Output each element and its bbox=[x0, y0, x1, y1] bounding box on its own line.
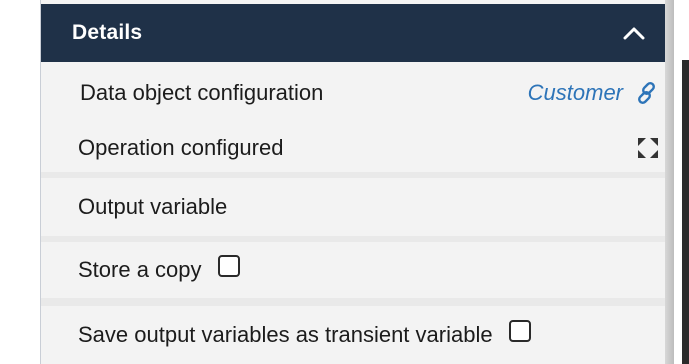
row-operation-configured: Operation configured bbox=[41, 124, 669, 172]
row-divider bbox=[41, 298, 669, 306]
save-output-transient-label: Save output variables as transient varia… bbox=[78, 322, 493, 347]
details-header[interactable]: Details bbox=[41, 4, 669, 62]
store-a-copy-checkbox[interactable] bbox=[217, 255, 240, 277]
customer-link[interactable]: Customer bbox=[528, 80, 623, 106]
store-a-copy-label: Store a copy bbox=[78, 257, 202, 282]
details-panel: Details Data object configuration Custom… bbox=[40, 0, 669, 364]
screen: Details Data object configuration Custom… bbox=[0, 0, 689, 364]
expand-icon[interactable] bbox=[635, 135, 661, 161]
operation-configured-label: Operation configured bbox=[78, 135, 284, 160]
window-edge-bar bbox=[682, 60, 689, 364]
link-icon[interactable] bbox=[635, 80, 661, 106]
details-title: Details bbox=[72, 21, 143, 44]
data-object-link-group: Customer bbox=[528, 80, 661, 106]
operation-action-group bbox=[635, 135, 661, 161]
save-output-transient-checkbox[interactable] bbox=[508, 320, 531, 342]
panel-shadow bbox=[665, 0, 674, 364]
row-data-object-configuration: Data object configuration Customer bbox=[41, 62, 669, 124]
data-object-configuration-label: Data object configuration bbox=[80, 80, 324, 105]
chevron-up-icon[interactable] bbox=[621, 20, 647, 46]
row-output-variable: Output variable bbox=[41, 178, 669, 236]
row-save-output-transient: Save output variables as transient varia… bbox=[41, 306, 669, 364]
row-store-a-copy: Store a copy bbox=[41, 242, 669, 298]
output-variable-label: Output variable bbox=[78, 194, 228, 219]
